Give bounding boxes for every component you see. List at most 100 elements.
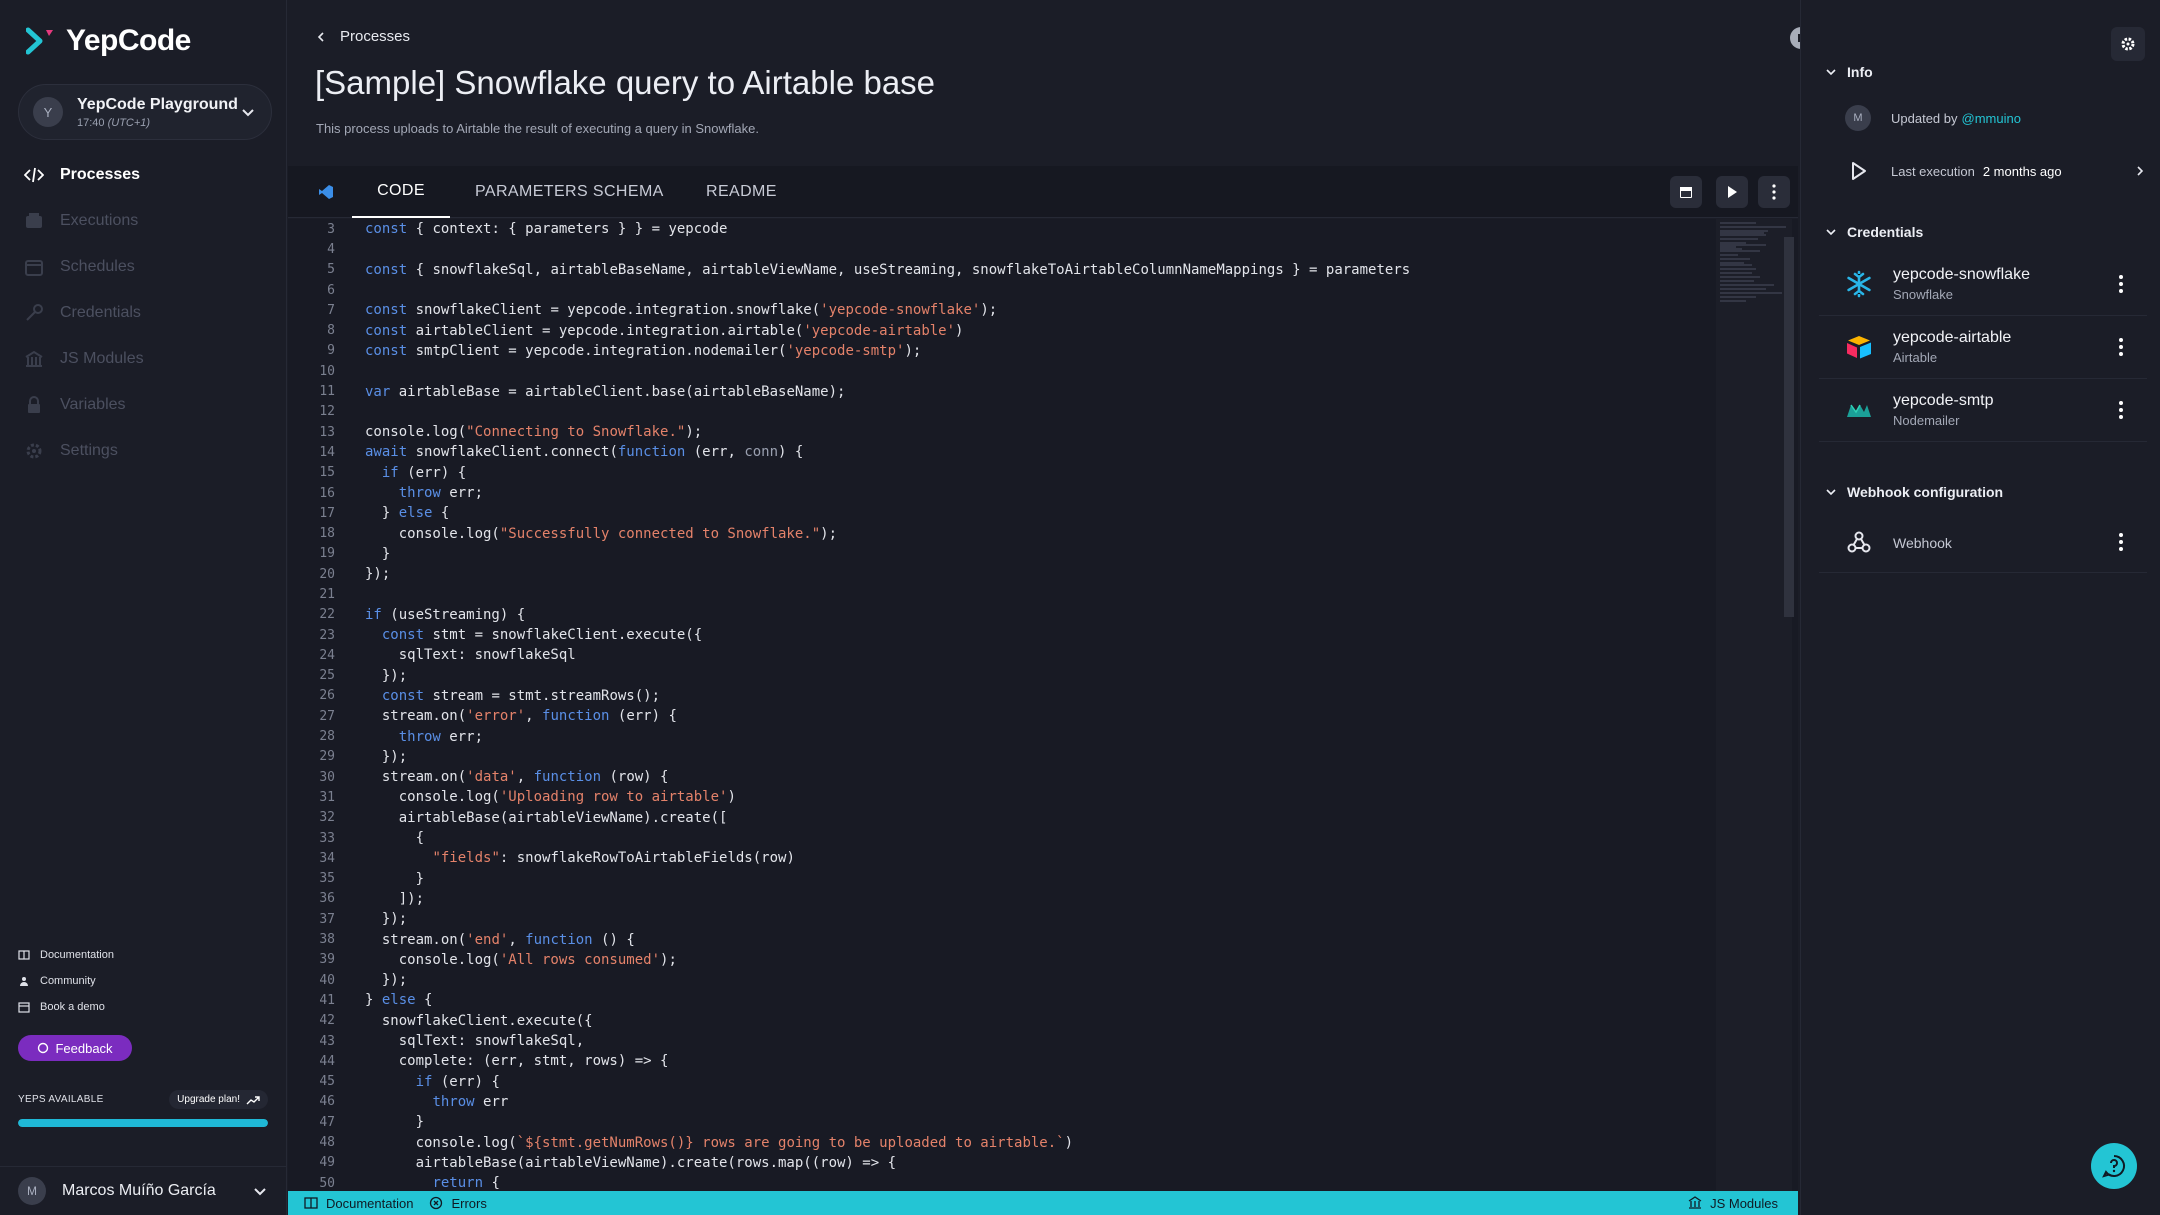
code-line: 49 airtableBase(airtableViewName).create… — [288, 1153, 1718, 1173]
sidebar-item-schedules[interactable]: Schedules — [0, 244, 287, 290]
line-number: 39 — [319, 952, 335, 968]
tab-label: CODE — [377, 182, 425, 199]
code-line: 13 console.log("Connecting to Snowflake."… — [288, 422, 1718, 442]
status-errors[interactable]: Errors — [429, 1195, 487, 1211]
updated-by-user-link[interactable]: @mmuino — [1962, 111, 2021, 126]
code-line: 41} else { — [288, 990, 1718, 1010]
sidebar-item-js-modules[interactable]: JS Modules — [0, 336, 287, 382]
credential-item-smtp[interactable]: yepcode-smtp Nodemailer — [1819, 379, 2147, 442]
credential-item-snowflake[interactable]: yepcode-snowflake Snowflake — [1819, 253, 2147, 316]
chevron-down-icon — [1826, 229, 1836, 236]
webhook-section-header[interactable]: Webhook configuration — [1825, 484, 2003, 500]
credential-type: Nodemailer — [1893, 413, 1960, 428]
credential-item-airtable[interactable]: yepcode-airtable Airtable — [1819, 316, 2147, 379]
code-text: const snowflakeClient = yepcode.integrat… — [365, 302, 998, 319]
help-button[interactable] — [2091, 1143, 2137, 1189]
kebab-menu-icon — [2119, 401, 2123, 419]
credential-name: yepcode-airtable — [1893, 329, 2012, 346]
settings-button[interactable] — [2111, 27, 2145, 61]
code-editor[interactable]: 3 const { context: { parameters } } = yep… — [288, 219, 1798, 1191]
user-menu[interactable]: M Marcos Muíño García — [0, 1166, 287, 1215]
breadcrumb[interactable]: Processes — [316, 28, 410, 45]
sidebar-item-credentials[interactable]: Credentials — [0, 290, 287, 336]
code-text: throw err; — [398, 728, 484, 745]
code-line: 48 console.log(`${stmt.getNumRows()} row… — [288, 1132, 1718, 1152]
code-text: if (useStreaming) { — [365, 606, 526, 623]
sidebar-item-label: Executions — [60, 212, 139, 229]
tab-parameters-schema[interactable]: PARAMETERS SCHEMA — [475, 166, 664, 218]
credentials-section-header[interactable]: Credentials — [1825, 224, 1923, 240]
line-number: 4 — [327, 241, 335, 257]
status-js-modules[interactable]: JS Modules — [1688, 1196, 1778, 1211]
community-link[interactable]: Community — [18, 968, 114, 994]
line-number: 15 — [319, 465, 335, 481]
code-text: await snowflakeClient.connect(function (… — [365, 444, 804, 461]
webhook-menu-button[interactable] — [2109, 530, 2133, 554]
book-demo-link[interactable]: Book a demo — [18, 994, 114, 1020]
webhook-item[interactable]: Webhook — [1819, 511, 2147, 573]
code-text: throw err — [432, 1093, 509, 1110]
editor-minimap[interactable] — [1716, 219, 1792, 1191]
code-text: "fields": snowflakeRowToAirtableFields(r… — [432, 850, 795, 867]
info-section-header[interactable]: Info — [1825, 64, 1873, 80]
line-number: 42 — [319, 1013, 335, 1029]
line-number: 28 — [319, 729, 335, 745]
line-number: 26 — [319, 688, 335, 704]
line-number: 5 — [327, 262, 335, 278]
code-text: stream.on('data', function (row) { — [365, 769, 669, 786]
code-text: var airtableBase = airtableClient.base(a… — [365, 383, 846, 400]
sidebar-item-processes[interactable]: Processes — [0, 152, 287, 198]
code-line: 36 ]); — [288, 889, 1718, 909]
page-description: This process uploads to Airtable the res… — [316, 121, 759, 136]
code-text: const airtableClient = yepcode.integrati… — [365, 322, 964, 339]
yeps-progress-bar — [18, 1119, 268, 1127]
tab-code[interactable]: CODE — [352, 166, 450, 218]
code-line: 24 sqlText: snowflakeSql — [288, 645, 1718, 665]
status-errors-label: Errors — [451, 1195, 487, 1211]
code-line: 50 return { — [288, 1173, 1718, 1191]
run-button[interactable] — [1716, 176, 1748, 208]
feedback-button[interactable]: Feedback — [18, 1035, 132, 1061]
code-text: } — [365, 870, 425, 887]
upgrade-plan-label: Upgrade plan! — [177, 1094, 240, 1105]
code-text: complete: (err, stmt, rows) => { — [365, 1053, 669, 1070]
workspace-selector[interactable]: Y YepCode Playground 17:40 (UTC+1) — [18, 84, 272, 140]
code-text: snowflakeClient.execute({ — [365, 1012, 593, 1029]
gear-icon — [26, 443, 42, 459]
code-line: 29 }); — [288, 747, 1718, 767]
app-name: YepCode — [66, 24, 191, 57]
line-number: 23 — [319, 627, 335, 643]
documentation-link[interactable]: Documentation — [18, 942, 114, 968]
sidebar-item-executions[interactable]: Executions — [0, 198, 287, 244]
line-number: 12 — [319, 404, 335, 420]
status-documentation[interactable]: Documentation — [304, 1196, 413, 1211]
code-text: throw err; — [398, 485, 484, 501]
line-number: 18 — [319, 526, 335, 542]
code-text: }); — [365, 911, 408, 928]
credential-name: yepcode-snowflake — [1893, 266, 2030, 283]
upgrade-plan-button[interactable]: Upgrade plan! — [169, 1090, 268, 1109]
more-options-button[interactable] — [1758, 176, 1790, 208]
documentation-link-label: Documentation — [40, 949, 114, 961]
sidebar-item-settings[interactable]: Settings — [0, 428, 287, 474]
code-line: 35 } — [288, 869, 1718, 889]
editor-scrollbar[interactable] — [1784, 237, 1794, 617]
webhook-label: Webhook — [1893, 535, 1952, 551]
feedback-label: Feedback — [55, 1040, 113, 1056]
tab-readme[interactable]: README — [706, 166, 777, 218]
sidebar-item-variables[interactable]: Variables — [0, 382, 287, 428]
line-number: 17 — [319, 505, 335, 521]
credential-menu-button[interactable] — [2109, 335, 2133, 359]
credential-menu-button[interactable] — [2109, 272, 2133, 296]
credential-type: Snowflake — [1893, 287, 1953, 302]
code-line: 40 }); — [288, 970, 1718, 990]
chevron-down-icon — [1826, 69, 1836, 76]
credential-menu-button[interactable] — [2109, 398, 2133, 422]
code-text: stream.on('error', function (err) { — [365, 708, 677, 725]
schedule-button[interactable] — [1670, 176, 1702, 208]
code-line: 30 stream.on('data', function (row) { — [288, 767, 1718, 787]
kebab-menu-icon — [1772, 184, 1776, 200]
last-execution[interactable]: Last execution 2 months ago — [1845, 158, 2145, 184]
app-logo[interactable]: YepCode — [26, 24, 191, 58]
line-number: 47 — [319, 1114, 335, 1130]
